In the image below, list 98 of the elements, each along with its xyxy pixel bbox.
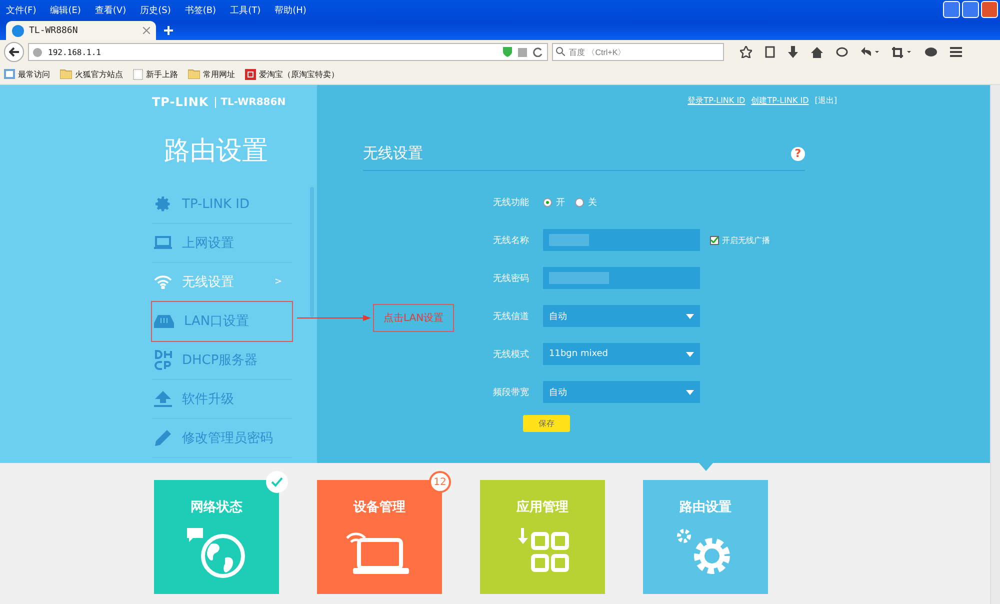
- browser-tab[interactable]: TL-WR886N: [6, 21, 156, 40]
- arrow-left-icon: [9, 47, 19, 57]
- ethernet-icon: [154, 314, 174, 328]
- field-label: 无线名称: [493, 234, 530, 246]
- sidebar-label: 修改管理员密码: [182, 430, 274, 447]
- count-badge: 12: [429, 471, 451, 493]
- sidebar-label: 无线设置: [182, 274, 235, 291]
- folder-icon: [188, 69, 200, 79]
- dropdown[interactable]: 自动: [543, 305, 700, 327]
- bookmarks-icon: [4, 69, 15, 79]
- field-label: 无线模式: [493, 348, 530, 360]
- folder-icon: [60, 69, 72, 79]
- brand-logo: TP-LINK: [152, 95, 209, 109]
- help-icon[interactable]: ?: [791, 146, 805, 160]
- new-tab-icon[interactable]: [164, 26, 173, 35]
- model-name: TL-WR886N: [214, 96, 286, 108]
- crop-icon[interactable]: [892, 46, 912, 58]
- minimize-button[interactable]: [943, 1, 960, 18]
- search-field[interactable]: 百度 〈Ctrl+K〉: [552, 43, 724, 61]
- menu-item[interactable]: 书签(B): [184, 4, 216, 16]
- close-icon[interactable]: [143, 27, 150, 34]
- undo-icon[interactable]: [861, 47, 879, 57]
- text-field[interactable]: [543, 229, 700, 251]
- shop-icon: [245, 68, 256, 80]
- panel-title: 无线设置: [363, 144, 423, 163]
- laptop-icon: [154, 236, 172, 250]
- search-icon: [556, 47, 565, 56]
- sidebar-item[interactable]: 软件升级: [152, 380, 292, 419]
- scrollbar[interactable]: [990, 85, 1000, 604]
- restore-button[interactable]: [962, 1, 979, 18]
- bookmark-link[interactable]: 常用网址: [203, 68, 235, 80]
- checkbox-label: 开启无线广播: [722, 234, 770, 246]
- chevron: >: [274, 277, 282, 287]
- field-label: 频段带宽: [493, 386, 530, 398]
- field-label: 无线密码: [493, 272, 530, 284]
- annotation-note: 点击LAN设置: [373, 304, 454, 332]
- close-button[interactable]: [981, 1, 998, 18]
- sidebar-item[interactable]: 无线设置 >: [152, 263, 292, 302]
- chat-icon[interactable]: [836, 46, 848, 58]
- account-link[interactable]: 创建TP-LINK ID: [751, 95, 809, 113]
- sidebar-label: 软件升级: [182, 391, 235, 408]
- caret-icon: [686, 352, 694, 356]
- blurred-text: [549, 234, 589, 246]
- field-label: 无线功能: [493, 196, 530, 208]
- menu-tile[interactable]: 网络状态: [154, 480, 279, 594]
- checkbox[interactable]: [710, 236, 719, 244]
- sidebar-label: DHCP服务器: [182, 352, 259, 369]
- menu-item[interactable]: 文件(F): [6, 4, 36, 16]
- save-button[interactable]: 保存: [523, 415, 570, 432]
- download-icon[interactable]: [788, 46, 798, 58]
- field-label: 无线信道: [493, 310, 530, 322]
- sidebar-item[interactable]: TP-LINK ID: [152, 185, 292, 224]
- menu-item[interactable]: 工具(T): [230, 4, 261, 16]
- sidebar-item[interactable]: 修改管理员密码: [152, 419, 292, 458]
- address-field[interactable]: 192.168.1.1: [28, 43, 548, 61]
- bookmark-link[interactable]: 火狐官方站点: [75, 68, 123, 80]
- sidebar-label: TP-LINK ID: [182, 196, 250, 212]
- upload-icon: [154, 391, 172, 407]
- menu-item[interactable]: 查看(V): [94, 4, 126, 16]
- bookmark-link[interactable]: 爱淘宝（原淘宝特卖）: [259, 68, 339, 80]
- radio-label: 关: [588, 196, 597, 208]
- dropdown[interactable]: 11bgn mixed: [543, 343, 700, 365]
- check-badge: [266, 471, 288, 493]
- back-button[interactable]: [4, 42, 24, 62]
- gear-icon: [154, 195, 172, 213]
- sidebar-label: LAN口设置: [184, 313, 250, 330]
- dhcp-icon: [154, 350, 172, 370]
- shield-icon: [503, 47, 512, 57]
- star-icon[interactable]: [740, 46, 752, 58]
- account-link[interactable]: 登录TP-LINK ID: [688, 95, 746, 113]
- menu-tile[interactable]: 应用管理: [480, 480, 605, 594]
- sidebar-label: 上网设置: [182, 235, 235, 252]
- bookmark-link[interactable]: 最常访问: [18, 68, 50, 80]
- pencil-icon: [154, 429, 172, 447]
- bookmark-link[interactable]: 新手上路: [146, 68, 178, 80]
- site-icon: [12, 24, 24, 36]
- reload-icon[interactable]: [533, 47, 543, 57]
- wifi-icon: [154, 275, 172, 289]
- radio-button[interactable]: [543, 198, 552, 206]
- home-icon[interactable]: [811, 46, 823, 58]
- radio-button[interactable]: [575, 198, 584, 206]
- menu-icon[interactable]: [950, 47, 962, 57]
- logout-link[interactable]: [退出]: [814, 95, 837, 113]
- text-field[interactable]: [543, 267, 700, 289]
- radio-label: 开: [556, 196, 565, 208]
- blurred-text: [549, 272, 609, 284]
- menu-item[interactable]: 帮助(H): [274, 4, 306, 16]
- menu-item[interactable]: 编辑(E): [50, 4, 81, 16]
- sidebar-item[interactable]: DHCP服务器: [152, 341, 292, 380]
- caret-icon: [686, 390, 694, 394]
- menu-tile[interactable]: 路由设置: [643, 480, 768, 594]
- page-icon: [133, 68, 143, 80]
- sidebar-title: 路由设置: [164, 135, 269, 168]
- caret-icon: [686, 314, 694, 318]
- dropdown[interactable]: 自动: [543, 381, 700, 403]
- menu-item[interactable]: 历史(S): [140, 4, 171, 16]
- sidebar-item[interactable]: 上网设置: [152, 224, 292, 263]
- sidebar-item[interactable]: LAN口设置: [152, 302, 292, 341]
